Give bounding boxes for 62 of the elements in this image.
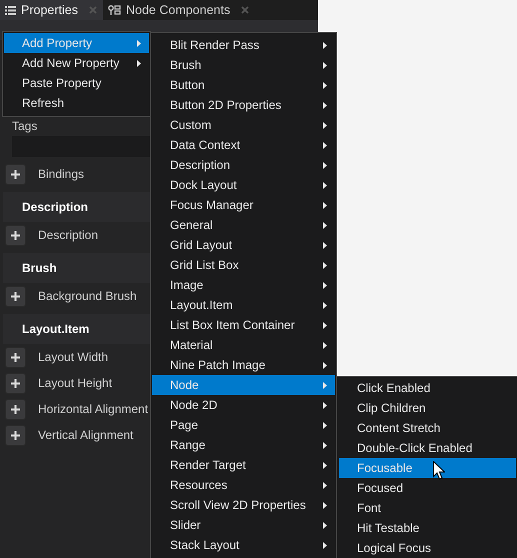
menu-item[interactable]: Click Enabled [339,378,516,398]
menu-item[interactable]: Add New Property [4,53,149,73]
menu-item[interactable]: Stack Layout [152,535,335,555]
menu-item[interactable]: Node 2D [152,395,335,415]
menu-item[interactable]: Button 2D Properties [152,95,335,115]
add-button[interactable] [5,346,26,368]
menu-item[interactable]: Page [152,415,335,435]
menu-item[interactable]: Description [152,155,335,175]
menu-item[interactable]: Focusable [339,458,516,478]
tab-label: Properties [21,3,78,17]
add-button[interactable] [5,164,26,184]
add-button[interactable] [5,372,26,394]
add-button[interactable] [5,286,26,306]
menu-item[interactable]: Font [339,498,516,518]
menu-item[interactable]: Grid Layout [152,235,335,255]
tab-label: Node Components [126,3,230,17]
menu-item[interactable]: Double-Click Enabled [339,438,516,458]
plus-icon [11,170,20,178]
menu-item[interactable]: Dock Layout [152,175,335,195]
menu-item[interactable]: Brush [152,55,335,75]
mouse-pointer-icon [433,461,445,480]
menu-item[interactable]: Data Context [152,135,335,155]
menu-item[interactable]: Content Stretch [339,418,516,438]
menu-item[interactable]: Range [152,435,335,455]
components-icon [108,5,121,15]
add-button[interactable] [5,224,26,246]
panel-tab[interactable]: Properties [0,0,103,20]
list-icon [5,6,16,14]
menu-item[interactable]: Add Property [4,33,149,53]
menu-item[interactable]: Custom [152,115,335,135]
panel-tab[interactable]: Node Components [102,0,256,20]
menu-item[interactable]: Layout.Item [152,295,335,315]
menu-item[interactable]: Render Target [152,455,335,475]
menu-item[interactable]: Slider [152,515,335,535]
menu-item[interactable]: Scroll View 2D Properties [152,495,335,515]
property-label: Vertical Alignment [38,428,134,442]
menu-item[interactable]: Hit Testable [339,518,516,538]
menu-item[interactable]: Paste Property [4,73,149,93]
property-label: Layout Height [38,376,112,390]
plus-icon [11,352,20,362]
menu-item[interactable]: Resources [152,475,335,495]
field-label: Tags [12,118,38,134]
add-button[interactable] [5,424,26,446]
property-label: Background Brush [38,289,137,303]
plus-icon [11,378,20,388]
plus-icon [11,230,20,240]
property-label: Description [38,228,98,242]
menu-item[interactable]: Nine Patch Image [152,355,335,375]
menu-item[interactable]: Focused [339,478,516,498]
menu-item[interactable]: Node [152,375,335,395]
property-label: Bindings [38,167,84,181]
property-label: Horizontal Alignment [38,402,148,416]
add-button[interactable] [5,398,26,420]
property-label: Layout Width [38,350,108,364]
plus-icon [11,404,20,414]
menu-item[interactable]: Refresh [4,93,149,113]
menu-item[interactable]: Logical Focus [339,538,516,558]
plus-icon [11,430,20,440]
plus-icon [11,292,20,300]
menu-item[interactable]: Clip Children [339,398,516,418]
menu-item[interactable]: Blit Render Pass [152,35,335,55]
menu-item[interactable]: Button [152,75,335,95]
